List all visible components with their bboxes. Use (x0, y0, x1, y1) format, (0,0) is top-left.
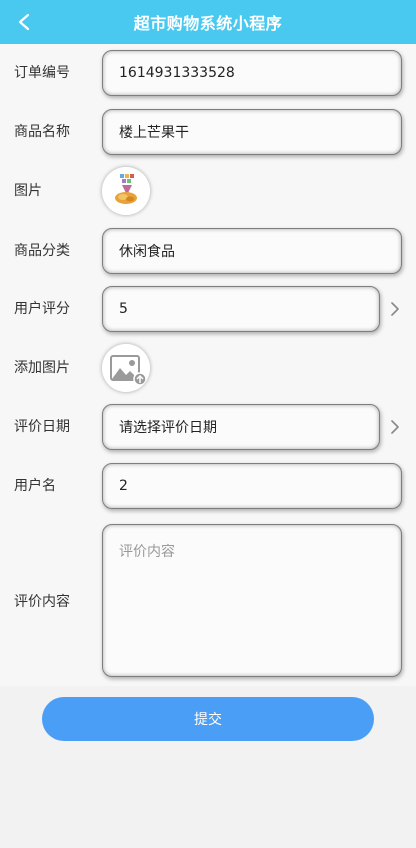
product-name-label: 商品名称 (14, 124, 70, 140)
product-photo-icon[interactable] (102, 167, 150, 215)
username-label: 用户名 (14, 478, 56, 494)
rating-row: 用户评分 5 (0, 286, 416, 332)
review-date-row: 评价日期 请选择评价日期 (0, 404, 416, 450)
chevron-right-icon[interactable] (388, 420, 402, 434)
rating-picker[interactable]: 5 (102, 286, 380, 332)
submit-button[interactable]: 提交 (42, 697, 374, 741)
username-field[interactable]: 2 (102, 463, 402, 509)
page-title: 超市购物系统小程序 (133, 14, 283, 33)
product-name-field[interactable]: 楼上芒果干 (102, 109, 402, 155)
product-name-row: 商品名称 楼上芒果干 (0, 109, 416, 155)
add-image-label: 添加图片 (14, 360, 70, 376)
add-image-row: 添加图片 (0, 344, 416, 392)
review-content-row: 评价内容 评价内容 (0, 524, 416, 677)
review-date-picker[interactable]: 请选择评价日期 (102, 404, 380, 450)
app-header: 超市购物系统小程序 (0, 0, 416, 44)
submit-area: 提交 (0, 686, 416, 848)
review-content-label: 评价内容 (14, 594, 70, 610)
order-no-label: 订单编号 (14, 65, 70, 81)
image-upload-icon[interactable] (102, 344, 150, 392)
category-row: 商品分类 休闲食品 (0, 228, 416, 274)
image-row: 图片 (0, 167, 416, 215)
review-form: 订单编号 1614931333528 商品名称 楼上芒果干 图片 商品分类 休闲… (0, 44, 416, 686)
chevron-left-icon (18, 13, 30, 31)
category-field[interactable]: 休闲食品 (102, 228, 402, 274)
back-button[interactable] (8, 6, 40, 38)
review-date-label: 评价日期 (14, 419, 70, 435)
chevron-right-icon[interactable] (388, 302, 402, 316)
order-no-row: 订单编号 1614931333528 (0, 50, 416, 96)
category-label: 商品分类 (14, 243, 70, 259)
username-row: 用户名 2 (0, 463, 416, 509)
image-label: 图片 (14, 183, 42, 199)
rating-label: 用户评分 (14, 301, 70, 317)
order-no-field[interactable]: 1614931333528 (102, 50, 402, 96)
review-content-textarea[interactable]: 评价内容 (102, 524, 402, 677)
